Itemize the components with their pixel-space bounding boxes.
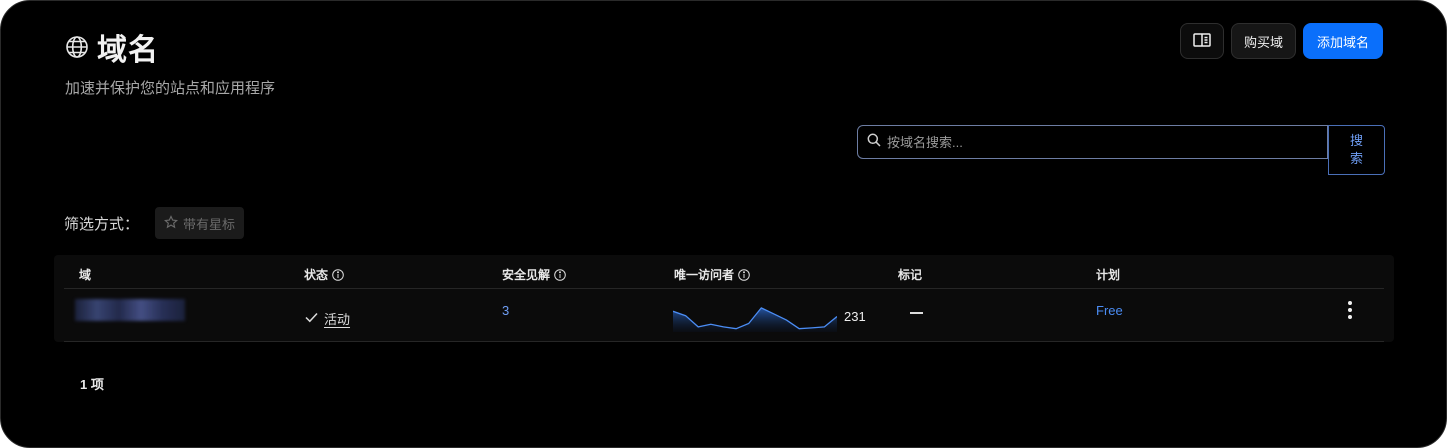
- column-label-status: 状态: [304, 268, 329, 282]
- starred-filter-chip[interactable]: 带有星标: [155, 207, 245, 239]
- result-count: 1 项: [80, 377, 104, 392]
- table-header: 域 状态 安全见解 唯一访问者 标记 计划: [64, 255, 1384, 289]
- security-insights-link[interactable]: 3: [502, 303, 509, 318]
- docs-button[interactable]: [1179, 23, 1224, 59]
- title-row: 域名: [65, 25, 275, 69]
- page-title: 域名: [97, 34, 159, 67]
- column-header-visitors[interactable]: 唯一访问者: [674, 266, 750, 283]
- column-header-plan: 计划: [1096, 266, 1120, 283]
- search-input[interactable]: [887, 134, 1307, 150]
- more-options-icon[interactable]: [1342, 298, 1358, 322]
- page-header: 域名 加速并保护您的站点和应用程序: [65, 25, 275, 98]
- visitors-sparkline: [673, 307, 837, 332]
- check-icon: [305, 311, 318, 326]
- globe-icon: [65, 35, 89, 59]
- column-header-tags: 标记: [898, 266, 922, 283]
- table-row[interactable]: 活动 3 231 Free: [64, 290, 1384, 342]
- status-cell: 活动: [305, 309, 350, 328]
- column-label-insights: 安全见解: [502, 268, 551, 282]
- tags-empty-dash: [910, 312, 923, 314]
- header-actions: 购买域 添加域名: [1179, 23, 1383, 59]
- search-field[interactable]: [857, 125, 1328, 159]
- search-icon: [867, 133, 881, 152]
- plan-link[interactable]: Free: [1096, 303, 1123, 318]
- domain-name-redacted[interactable]: [75, 299, 185, 321]
- column-header-insights[interactable]: 安全见解: [502, 266, 566, 283]
- column-label-tags: 标记: [898, 268, 923, 282]
- column-label-plan: 计划: [1096, 268, 1121, 282]
- info-icon[interactable]: [738, 268, 750, 281]
- column-header-domain[interactable]: 域: [79, 266, 91, 283]
- column-header-status[interactable]: 状态: [304, 266, 344, 283]
- page-subtitle: 加速并保护您的站点和应用程序: [65, 80, 276, 97]
- starred-filter-label: 带有星标: [183, 216, 236, 232]
- search-button[interactable]: 搜索: [1328, 125, 1385, 175]
- status-label[interactable]: 活动: [324, 309, 350, 328]
- add-domain-button[interactable]: 添加域名: [1303, 23, 1383, 59]
- visitors-count: 231: [844, 309, 866, 324]
- app-window: 域名 加速并保护您的站点和应用程序 购买域 添加域名 按域名搜索... 搜索 筛…: [0, 0, 1447, 448]
- info-icon[interactable]: [332, 268, 344, 281]
- domains-table: 域 状态 安全见解 唯一访问者 标记 计划 活动 3 231 Free: [54, 255, 1394, 342]
- search-bar: 搜索: [857, 125, 1385, 175]
- column-label-visitors: 唯一访问者: [674, 268, 735, 282]
- book-icon: [1193, 32, 1211, 51]
- info-icon[interactable]: [554, 268, 566, 281]
- buy-domain-button[interactable]: 购买域: [1230, 23, 1296, 59]
- filter-bar: 筛选方式： 带有星标: [64, 207, 245, 239]
- star-icon: [163, 214, 179, 232]
- column-label-domain: 域: [79, 268, 92, 282]
- filter-label: 筛选方式：: [64, 215, 140, 233]
